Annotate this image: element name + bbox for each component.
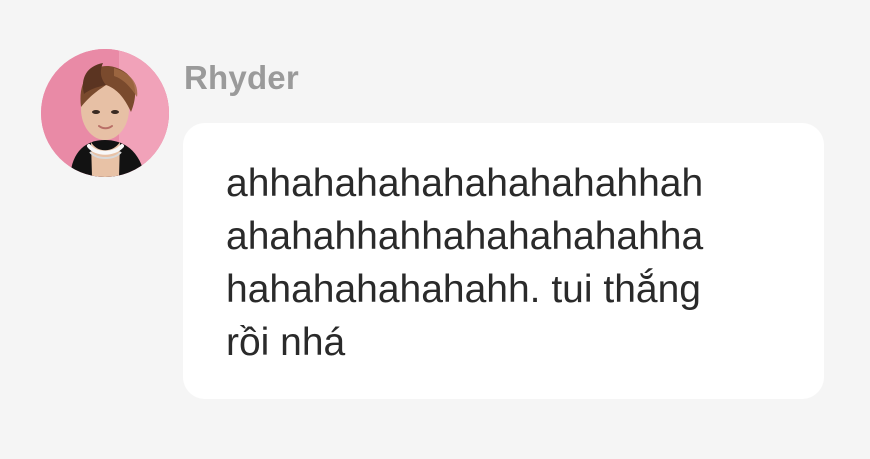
avatar-portrait-image xyxy=(41,49,169,177)
avatar[interactable] xyxy=(41,49,169,177)
message-text: ahhahahahahahahahahhah ahahahhahhahahaha… xyxy=(226,162,704,364)
message-bubble[interactable]: ahhahahahahahahahahhah ahahahhahhahahaha… xyxy=(183,123,824,399)
sender-name: Rhyder xyxy=(184,59,299,96)
chat-message-row: Rhyder ahhahahahahahahahahhah ahahahhahh… xyxy=(0,0,870,459)
